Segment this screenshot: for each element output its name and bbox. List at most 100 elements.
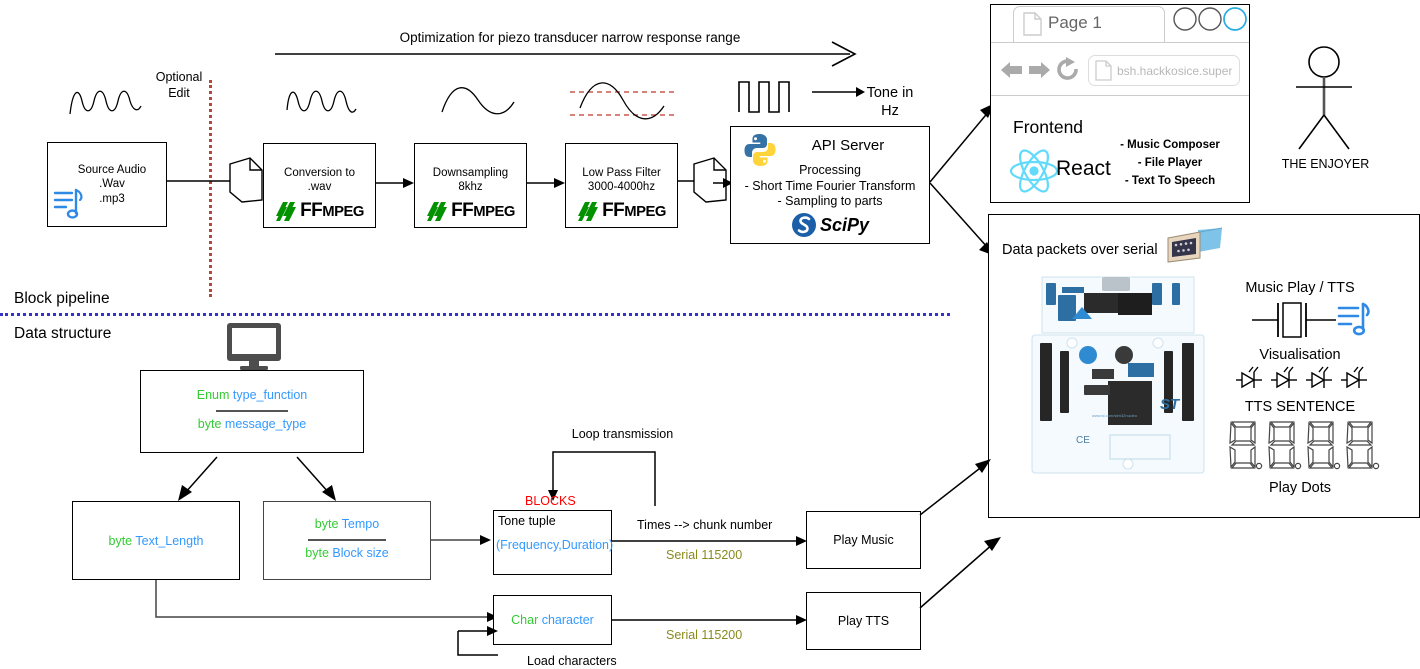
music-play-title: Music Play / TTS (1245, 280, 1355, 296)
arrow-playmusic-to-device (919, 459, 991, 516)
db9-connector-icon (1167, 227, 1223, 263)
arrow-left-icon[interactable] (1000, 59, 1024, 81)
stick-figure-icon (1296, 46, 1352, 150)
loop-transmission-label: Loop transmission (571, 427, 674, 441)
data-structure-label: Data structure (14, 325, 112, 342)
block-pipeline-label: Block pipeline (14, 290, 110, 307)
ffmpeg-logo-3: FFMPEG (565, 198, 678, 224)
monitor-icon (227, 323, 281, 370)
tts-sentence-title: TTS SENTENCE (1244, 399, 1356, 415)
arrow-root-to-textlength (178, 456, 218, 501)
block-size-field: byte Block size (263, 546, 431, 562)
play-tts-label: Play TTS (837, 614, 890, 628)
ffmpeg-logo-1: FFMPEG (263, 198, 376, 224)
play-music-label: Play Music (833, 533, 894, 547)
react-logo-icon (1009, 149, 1059, 193)
circle-button-1 (1173, 7, 1197, 31)
led-row (1236, 366, 1367, 389)
svg-text:CE: CE (1076, 435, 1090, 446)
tone-label-line2: Hz (881, 103, 899, 120)
play-dots-title: Play Dots (1268, 480, 1332, 496)
reload-icon[interactable] (1056, 57, 1080, 82)
text-length-name: Text_Length (135, 534, 204, 548)
browser-tab-label: Page 1 (1048, 13, 1102, 32)
ffmpeg-mark-icon (276, 202, 297, 221)
feature-1: - Music Composer (1120, 139, 1220, 151)
lowpass-text: Low Pass Filter 3000-4000hz (565, 166, 678, 195)
root-struct-field2: byte message_type (140, 417, 364, 433)
scipy-logo: SciPy (730, 211, 930, 239)
tone-tuple-value: (Frequency,Duration) (496, 538, 614, 552)
optional-edit-line1: Optional (155, 70, 203, 84)
downsampling-line1: Downsampling (432, 167, 509, 179)
line-textlength-to-char (155, 580, 498, 622)
root-field2-type: byte (197, 417, 222, 431)
api-server-bullet1: - Short Time Fourier Transform (744, 179, 916, 193)
root-struct-separator (216, 410, 288, 412)
tempo-block-separator (308, 539, 386, 541)
square-wave-icon (738, 81, 790, 113)
arrow-api-to-frontend (929, 103, 995, 183)
api-server-subtitle: Processing (799, 163, 861, 177)
root-field1-type: Enum (196, 388, 230, 402)
piezo-buzzer-icon (1252, 302, 1336, 338)
circle-button-2 (1198, 7, 1222, 31)
conversion-line1: Conversion to (284, 167, 355, 179)
ffmpeg-logo-2: FFMPEG (414, 198, 527, 224)
url-page-icon (1095, 60, 1112, 81)
api-server-title: API Server (811, 137, 885, 154)
svg-text:ST: ST (1160, 396, 1181, 413)
lowpass-line2: 3000-4000hz (587, 181, 656, 194)
document-glyph-1-icon (229, 157, 263, 203)
tone-label-line1: Tone in (866, 85, 914, 101)
downsampling-text: Downsampling 8khz (414, 166, 527, 195)
lowpass-line1: Low Pass Filter (582, 167, 661, 179)
arrow-tone-to-playmusic (612, 536, 807, 546)
tone-label: Tone in Hz (845, 84, 935, 120)
stm32-nucleo-board-icon: ST www.st.com/stm32nucleo CE (1031, 276, 1205, 474)
ffmpeg-mark-icon (427, 202, 448, 221)
scipy-mark-icon (791, 213, 816, 237)
ffmpeg-text-bold-2: FF (451, 200, 474, 221)
arrow-right-icon[interactable] (1027, 59, 1051, 81)
optional-edit-label: Optional Edit (139, 70, 219, 101)
arrow-playtts-to-device (919, 537, 1001, 609)
arrow-tempo-to-tone (431, 535, 491, 545)
feature-2: - File Player (1137, 156, 1203, 169)
arrow-root-to-tempo (296, 456, 336, 501)
ffmpeg-text-small-1: MPEG (322, 204, 364, 220)
ffmpeg-text-small-3: MPEG (624, 204, 666, 220)
root-field2-name: message_type (224, 417, 307, 431)
api-server-bullet2: - Sampling to parts (777, 194, 883, 208)
circle-button-3 (1223, 7, 1247, 31)
pipeline-structure-divider (0, 313, 950, 316)
load-characters-label: Load characters (527, 654, 617, 668)
actor-label: THE ENJOYER (1281, 157, 1370, 171)
times-chunk-label: Times --> chunk number (637, 518, 773, 532)
optional-edit-line2: Edit (168, 85, 190, 100)
blocks-label: BLOCKS (525, 494, 576, 508)
svg-text:www.st.com/stm32nucleo: www.st.com/stm32nucleo (1092, 413, 1138, 418)
visualisation-title: Visualisation (1259, 347, 1341, 363)
arrow-conversion-to-downsampling (376, 178, 414, 188)
page-icon (1023, 12, 1042, 36)
window-buttons[interactable] (1173, 6, 1247, 32)
conversion-line2: .wav (307, 181, 332, 194)
music-note-icon (53, 188, 83, 219)
conversion-text: Conversion to .wav (263, 166, 376, 195)
music-note-icon-device (1337, 302, 1370, 336)
ffmpeg-text-bold-1: FF (300, 200, 323, 221)
ffmpeg-text-bold-3: FF (602, 200, 625, 221)
block-size-name: Block size (332, 546, 389, 560)
optimization-arrow-label: Optimization for piezo transducer narrow… (399, 30, 741, 45)
react-label: React (1056, 157, 1111, 180)
text-length-type: byte (108, 534, 133, 548)
waveform-converted-icon (286, 90, 357, 113)
serial-label: Data packets over serial (1002, 242, 1158, 258)
block-size-type: byte (305, 546, 329, 560)
waveform-downsampled-icon (441, 87, 515, 115)
arrow-char-to-playtts (612, 615, 807, 625)
waveform-filtered-icon (570, 82, 678, 120)
scipy-text: SciPy (819, 214, 870, 235)
serial-music-label: Serial 115200 (666, 548, 743, 562)
